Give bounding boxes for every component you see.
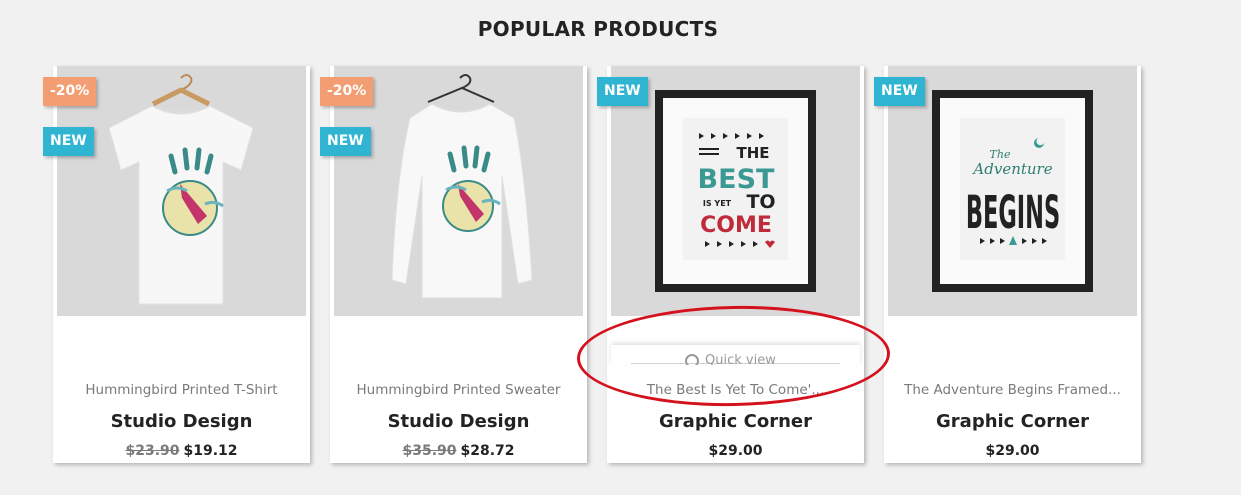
product-image[interactable]: The Adventure BEGINS <box>888 66 1137 316</box>
discount-badge: -20% <box>43 77 97 106</box>
product-card-best-poster[interactable]: THE BEST IS YET TO COME NEW Quick view T… <box>597 66 864 463</box>
poster-text-adventure: Adventure <box>971 160 1052 178</box>
poster-text-to: TO <box>746 191 775 213</box>
search-icon <box>685 353 699 365</box>
product-maker: Studio Design <box>387 411 530 432</box>
current-price: $29.00 <box>985 443 1040 459</box>
product-name[interactable]: Hummingbird Printed T-Shirt <box>53 382 310 398</box>
current-price: $29.00 <box>708 443 763 459</box>
new-badge: NEW <box>874 77 925 106</box>
quick-view-label: Quick view <box>705 353 776 365</box>
poster-text-the: THE <box>736 144 769 162</box>
product-card-tshirt[interactable]: -20% NEW Hummingbird Printed T-Shirt Stu… <box>43 66 310 463</box>
current-price: $19.12 <box>183 443 238 459</box>
current-price: $28.72 <box>460 443 515 459</box>
price-block: $23.90 $19.12 <box>53 443 310 459</box>
price-block: $29.00 <box>607 443 864 459</box>
product-card-sweater[interactable]: -20% NEW Hummingbird Printed Sweater Stu… <box>320 66 587 463</box>
poster-image: The Adventure BEGINS <box>932 90 1093 292</box>
new-badge: NEW <box>320 127 371 156</box>
product-name[interactable]: Hummingbird Printed Sweater <box>330 382 587 398</box>
quick-view-button[interactable]: Quick view <box>611 345 860 365</box>
poster-text-is-yet: IS YET <box>703 199 732 208</box>
price-block: $35.90 $28.72 <box>330 443 587 459</box>
price-block: $29.00 <box>884 443 1141 459</box>
product-maker: Graphic Corner <box>659 411 812 432</box>
discount-badge: -20% <box>320 77 374 106</box>
section-title: POPULAR PRODUCTS <box>477 17 719 41</box>
new-badge: NEW <box>597 77 648 106</box>
regular-price: $35.90 <box>402 443 457 459</box>
product-maker: Studio Design <box>110 411 253 432</box>
product-image[interactable]: THE BEST IS YET TO COME <box>611 66 860 316</box>
poster-text-begins: BEGINS <box>966 188 1060 240</box>
product-maker: Graphic Corner <box>936 411 1089 432</box>
poster-text-come: COME <box>700 213 772 238</box>
new-badge: NEW <box>43 127 94 156</box>
product-name[interactable]: The Best Is Yet To Come'... <box>607 382 864 398</box>
product-name[interactable]: The Adventure Begins Framed... <box>884 382 1141 398</box>
product-card-adventure-poster[interactable]: The Adventure BEGINS NEW The Adventure B… <box>874 66 1141 463</box>
regular-price: $23.90 <box>125 443 180 459</box>
poster-image: THE BEST IS YET TO COME <box>655 90 816 292</box>
